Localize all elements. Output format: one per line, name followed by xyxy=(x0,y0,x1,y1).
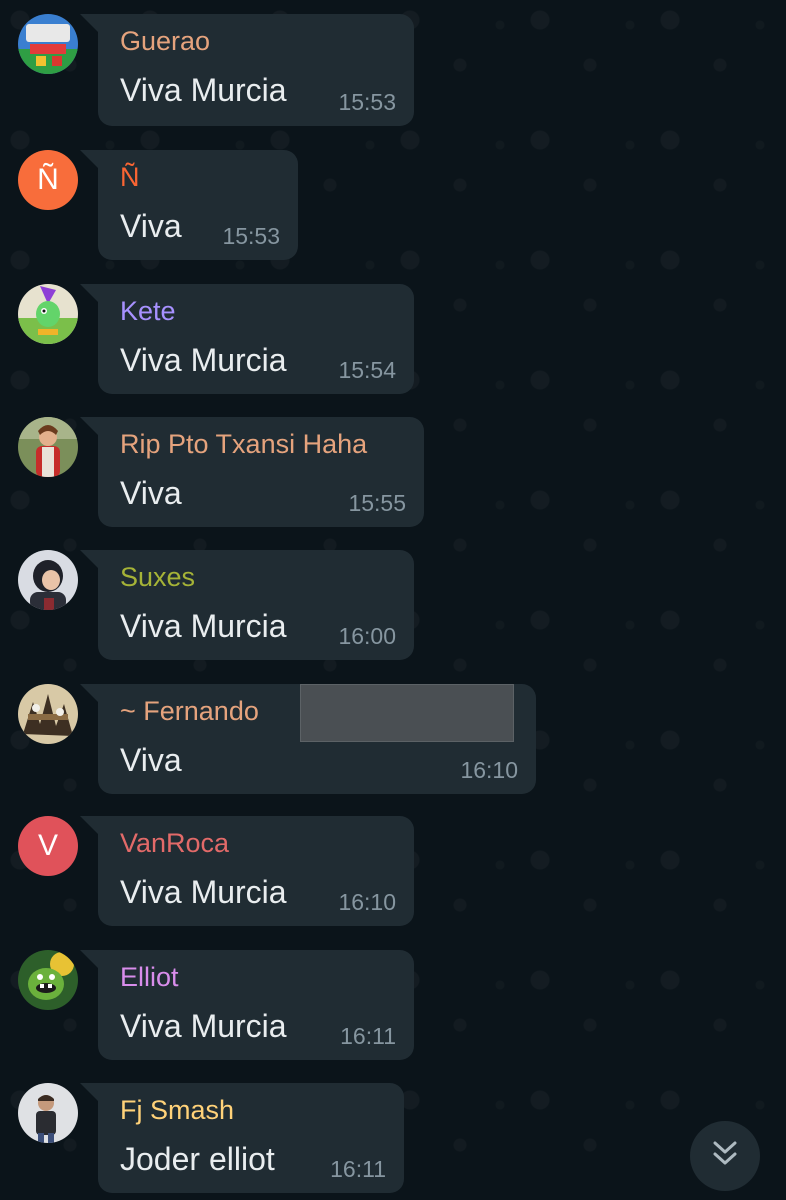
message-time: 16:10 xyxy=(338,889,396,915)
avatar-n[interactable]: Ñ xyxy=(18,150,78,210)
sender-name[interactable]: Rip Pto Txansi Haha xyxy=(120,429,367,460)
avatar-guerao[interactable] xyxy=(18,14,78,74)
message-time: 16:10 xyxy=(460,757,518,783)
message-time: 16:11 xyxy=(340,1023,396,1049)
message-text: Viva xyxy=(120,742,182,778)
message-bubble[interactable]: Rip Pto Txansi Haha Viva 15:55 xyxy=(98,417,424,527)
message-text: Viva Murcia xyxy=(120,874,287,910)
message-time: 15:53 xyxy=(338,89,396,115)
avatar-elliot[interactable] xyxy=(18,950,78,1010)
message-bubble[interactable]: VanRoca Viva Murcia 16:10 xyxy=(98,816,414,926)
bubble-tail xyxy=(80,417,98,435)
sender-name[interactable]: VanRoca xyxy=(120,828,229,859)
message-text: Joder elliot xyxy=(120,1141,275,1177)
message-bubble[interactable]: Suxes Viva Murcia 16:00 xyxy=(98,550,414,660)
sender-name[interactable]: Guerao xyxy=(120,26,210,57)
message-bubble[interactable]: ~ Fernando Viva 16:10 xyxy=(98,684,536,794)
message-bubble[interactable]: Fj Smash Joder elliot 16:11 xyxy=(98,1083,404,1193)
bubble-tail xyxy=(80,1083,98,1101)
message-time: 15:55 xyxy=(348,490,406,516)
sender-name[interactable]: Suxes xyxy=(120,562,195,593)
message-bubble[interactable]: Ñ Viva 15:53 xyxy=(98,150,298,260)
avatar-rip-pto-txansi-haha[interactable] xyxy=(18,417,78,477)
bubble-tail xyxy=(80,950,98,968)
message-text: Viva Murcia xyxy=(120,608,287,644)
double-chevron-down-icon xyxy=(708,1137,742,1176)
scroll-to-bottom-button[interactable] xyxy=(690,1121,760,1191)
bubble-tail xyxy=(80,14,98,32)
message-bubble[interactable]: Kete Viva Murcia 15:54 xyxy=(98,284,414,394)
bubble-tail xyxy=(80,550,98,568)
message-bubble[interactable]: Elliot Viva Murcia 16:11 xyxy=(98,950,414,1060)
message-text: Viva Murcia xyxy=(120,1008,287,1044)
sender-name[interactable]: Fj Smash xyxy=(120,1095,234,1126)
message-text: Viva xyxy=(120,475,182,511)
sender-name[interactable]: Elliot xyxy=(120,962,179,993)
message-time: 15:54 xyxy=(338,357,396,383)
bubble-tail xyxy=(80,684,98,702)
redacted-phone-number xyxy=(300,684,514,742)
avatar-suxes[interactable] xyxy=(18,550,78,610)
avatar-kete[interactable] xyxy=(18,284,78,344)
message-text: Viva Murcia xyxy=(120,72,287,108)
sender-name[interactable]: Kete xyxy=(120,296,176,327)
avatar-fernando[interactable] xyxy=(18,684,78,744)
bubble-tail xyxy=(80,816,98,834)
message-text: Viva Murcia xyxy=(120,342,287,378)
message-text: Viva xyxy=(120,208,182,244)
message-list[interactable]: Guerao Viva Murcia 15:53 Ñ Ñ Viva 15:53 xyxy=(0,0,786,1200)
avatar-vanroca[interactable]: V xyxy=(18,816,78,876)
avatar-fj-smash[interactable] xyxy=(18,1083,78,1143)
message-time: 16:11 xyxy=(330,1156,386,1182)
message-time: 15:53 xyxy=(222,223,280,249)
bubble-tail xyxy=(80,150,98,168)
sender-name[interactable]: ~ Fernando xyxy=(120,696,259,727)
bubble-tail xyxy=(80,284,98,302)
message-bubble[interactable]: Guerao Viva Murcia 15:53 xyxy=(98,14,414,126)
message-time: 16:00 xyxy=(338,623,396,649)
sender-name[interactable]: Ñ xyxy=(120,162,140,193)
